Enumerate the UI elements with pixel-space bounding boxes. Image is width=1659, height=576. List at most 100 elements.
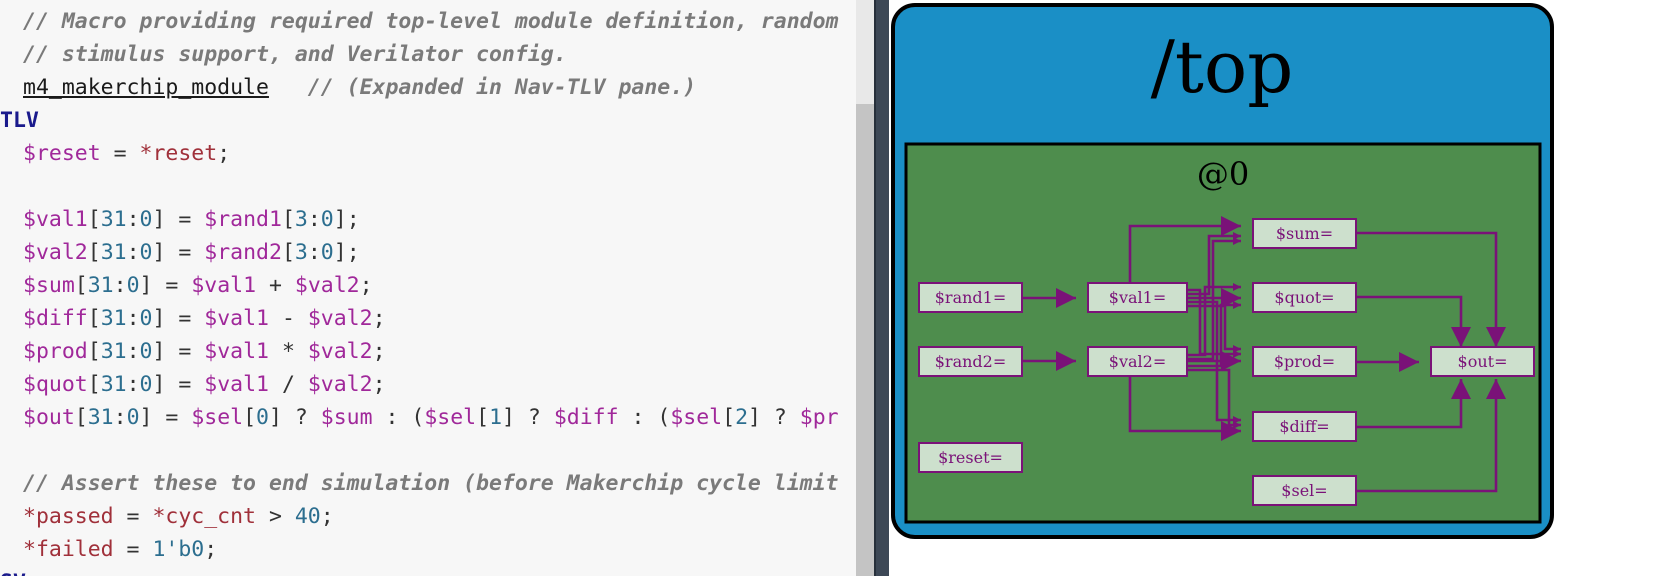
node-diff[interactable]: $diff= (1252, 411, 1357, 442)
code-line[interactable]: // stimulus support, and Verilator confi… (0, 38, 567, 71)
code-token: 0 (139, 339, 153, 364)
code-line[interactable]: TLV (0, 104, 39, 137)
node-diff-label: $diff= (1279, 417, 1329, 436)
node-reset-label: $reset= (938, 448, 1003, 467)
diagram-pane[interactable]: /top @0 $rand1= $rand2= $reset= $val1= $… (889, 0, 1659, 576)
node-reset[interactable]: $reset= (918, 442, 1023, 473)
code-token: $rand1 (204, 207, 282, 232)
node-rand2[interactable]: $rand2= (918, 346, 1023, 377)
code-token: [ (74, 273, 88, 298)
code-token: $reset (23, 141, 101, 166)
code-token: ]; (333, 240, 360, 265)
code-line[interactable] (0, 170, 23, 203)
code-token: 0 (320, 207, 334, 232)
code-line[interactable]: $diff[31:0] = $val1 - $val2; (0, 302, 386, 335)
node-quot-label: $quot= (1274, 288, 1334, 307)
node-sum-label: $sum= (1276, 224, 1333, 243)
code-token: 1 (489, 405, 503, 430)
code-token: : (113, 405, 127, 430)
code-token: ]; (333, 207, 360, 232)
node-sum[interactable]: $sum= (1252, 218, 1357, 249)
code-token: [ (722, 405, 736, 430)
node-val1[interactable]: $val1= (1087, 282, 1188, 313)
code-token: - (269, 306, 308, 331)
code-token: ] ? (269, 405, 321, 430)
code-token: ; (320, 504, 334, 529)
code-token: [ (476, 405, 490, 430)
code-token: ; (372, 372, 386, 397)
code-line[interactable]: $reset = *reset; (0, 137, 230, 170)
pane-divider[interactable] (874, 0, 889, 576)
node-out-label: $out= (1458, 352, 1508, 371)
code-token: $val1 (204, 372, 269, 397)
node-sel[interactable]: $sel= (1252, 475, 1357, 506)
code-token: [ (281, 207, 295, 232)
code-token: 3 (294, 207, 308, 232)
code-token: 0 (139, 372, 153, 397)
code-token: ] = (152, 240, 205, 265)
code-line[interactable]: SV (0, 566, 26, 576)
code-token: $diff (553, 405, 619, 430)
code-line[interactable]: $val1[31:0] = $rand1[3:0]; (0, 203, 360, 236)
code-line[interactable]: $out[31:0] = $sel[0] ? $sum : ($sel[1] ?… (0, 401, 839, 434)
code-token: $val1 (204, 306, 269, 331)
code-link[interactable]: m4_makerchip_module (23, 75, 269, 100)
code-token: ] = (139, 273, 192, 298)
node-rand1[interactable]: $rand1= (918, 282, 1023, 313)
code-token: $val2 (294, 273, 360, 298)
code-line[interactable]: *passed = *cyc_cnt > 40; (0, 500, 334, 533)
code-token: [ (87, 207, 101, 232)
code-token: : (126, 207, 140, 232)
code-token: > (256, 504, 295, 529)
code-token: *passed (23, 504, 114, 529)
code-token: 31 (100, 207, 127, 232)
node-prod-label: $prod= (1274, 352, 1335, 371)
code-token: 31 (87, 405, 114, 430)
code-token: $val1 (23, 207, 88, 232)
node-val2[interactable]: $val2= (1087, 346, 1188, 377)
code-token: = (100, 141, 140, 166)
code-token: ] = (152, 339, 205, 364)
code-token: *cyc_cnt (152, 504, 257, 529)
code-line[interactable]: // Assert these to end simulation (befor… (0, 467, 838, 500)
code-token: 31 (100, 372, 127, 397)
code-token: 0 (139, 306, 153, 331)
code-line[interactable]: m4_makerchip_module // (Expanded in Nav-… (0, 71, 696, 104)
code-token: ] = (152, 207, 205, 232)
code-line[interactable]: $quot[31:0] = $val1 / $val2; (0, 368, 386, 401)
code-line[interactable]: // Macro providing required top-level mo… (0, 5, 838, 38)
code-token: 0 (126, 273, 140, 298)
code-token: ; (359, 273, 373, 298)
code-token: 0 (139, 240, 153, 265)
code-line[interactable]: $val2[31:0] = $rand2[3:0]; (0, 236, 360, 269)
code-line[interactable] (0, 434, 23, 467)
code-token: 0 (320, 240, 334, 265)
code-token: = (113, 537, 153, 562)
editor-scrollbar-thumb[interactable] (856, 104, 874, 576)
pane-divider-edge (874, 0, 876, 576)
code-token: *failed (23, 537, 114, 562)
code-editor[interactable]: // Macro providing required top-level mo… (0, 0, 856, 576)
code-token: * (269, 339, 308, 364)
code-token: 0 (139, 207, 153, 232)
code-token: = (113, 504, 153, 529)
node-quot[interactable]: $quot= (1252, 282, 1357, 313)
code-token: // stimulus support, and Verilator confi… (23, 42, 567, 67)
code-token: ] = (152, 306, 205, 331)
node-out[interactable]: $out= (1430, 346, 1535, 377)
code-token: / (269, 372, 308, 397)
node-prod[interactable]: $prod= (1252, 346, 1357, 377)
stage-label: @0 (1197, 155, 1249, 193)
code-token: ] = (152, 372, 205, 397)
code-line[interactable]: $prod[31:0] = $val1 * $val2; (0, 335, 386, 368)
code-token: : ( (618, 405, 671, 430)
code-line[interactable]: $sum[31:0] = $val1 + $val2; (0, 269, 373, 302)
logic-diagram: /top @0 $rand1= $rand2= $reset= $val1= $… (891, 3, 1554, 539)
code-token: $pr (799, 405, 839, 430)
code-token: SV (0, 570, 26, 576)
code-token: // Assert these to end simulation (befor… (23, 471, 839, 496)
code-token: ; (372, 306, 386, 331)
node-val2-label: $val2= (1109, 352, 1166, 371)
code-line[interactable]: *failed = 1'b0; (0, 533, 217, 566)
